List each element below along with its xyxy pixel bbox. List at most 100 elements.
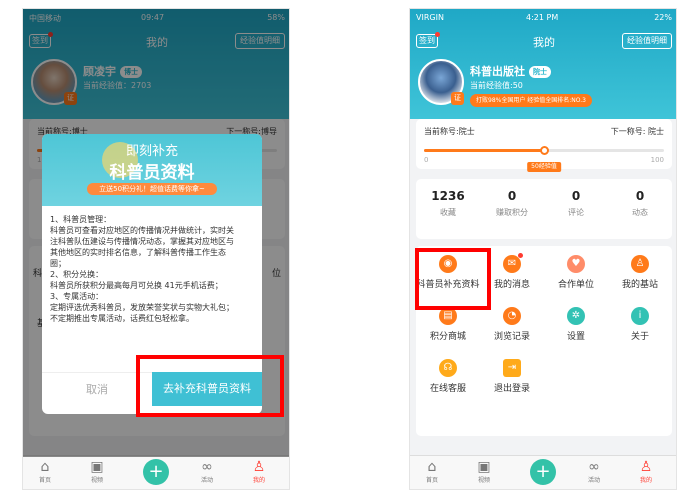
info-icon: i [631,307,649,325]
status-bar: VIRGIN 4:21 PM 22% [410,9,676,27]
tab-home[interactable]: ⌂ 首页 [25,459,65,484]
plus-button[interactable]: + [143,459,169,485]
tab-bar: ⌂ 首页 ▣ 视频 + ∞ 活动 ♙ 我的 [23,455,289,489]
dialog-line: 注科普队伍建设与传播情况动态，掌握其对应地区与 [50,237,234,246]
history-icon: ◔ [503,307,521,325]
tab-video[interactable]: ▣ 视频 [464,459,504,484]
stat-label: 动态 [632,208,648,217]
level-max: 100 [650,156,664,164]
tab-activity[interactable]: ∞ 活动 [187,459,227,484]
stat-label: 赚取积分 [496,208,528,217]
stat-value: 0 [507,189,517,203]
tab-activity[interactable]: ∞ 活动 [574,459,614,484]
stat-value: 0 [635,189,645,203]
menu-label: 在线客服 [429,384,466,394]
stat-comments[interactable]: 0 评论 [544,189,608,218]
stat-value: 0 [571,189,581,203]
highlight-box [415,248,491,310]
dialog-line: 3、专属活动： [50,292,104,301]
tab-activity-label: 活动 [200,477,213,484]
level-progress-fill [424,149,544,152]
level-progress [424,146,664,155]
dialog-line: 圈； [50,259,66,268]
headset-icon: ☊ [439,359,457,377]
stat-label: 收藏 [440,208,456,217]
dialog-subtitle: 科普员资料 [109,163,195,183]
dialog-line: 1、科普员管理： [50,215,112,224]
user-name-text: 科普出版社 [470,65,525,78]
menu-logout[interactable]: ⇥ 退出登录 [480,350,544,400]
profile-icon: ♙ [639,459,653,475]
stat-favorites[interactable]: 1236 收藏 [416,189,480,218]
tab-profile[interactable]: ♙ 我的 [239,459,279,484]
exp-detail-button[interactable]: 经验值明细 [622,33,672,49]
menu-about[interactable]: i 关于 [608,298,672,348]
activity-icon: ∞ [201,459,213,475]
menu-customer-service[interactable]: ☊ 在线客服 [416,350,480,400]
title-badge: 院士 [529,66,551,78]
level-min: 0 [424,156,429,164]
dialog-body: 1、科普员管理： 科普员可查看对应地区的传播情况并做统计，实时关 注科普队伍建设… [50,214,256,324]
exp-badge: 50经验值 [527,162,561,172]
video-icon: ▣ [90,459,104,475]
tab-home[interactable]: ⌂ 首页 [412,459,452,484]
menu-label: 积分商城 [429,332,466,342]
dialog-title: 即刻补充 [125,144,178,159]
menu-settings[interactable]: ✲ 设置 [544,298,608,348]
notification-dot [518,253,523,258]
level-card: 当前称号:院士 下一称号: 院士 0 100 50经验值 [416,119,672,172]
tab-video[interactable]: ▣ 视频 [77,459,117,484]
menu-label: 关于 [630,332,649,342]
user-profile: 证 科普出版社 院士 当前经验值:50 打败98%全国用户 经验值全国排名:NO.… [410,57,676,117]
clock-label: 4:21 PM [526,13,559,22]
left-screen: 中国移动 09:47 58% 签到 我的 经验值明细 证 顾凌宇 博士 当前经验值… [22,8,290,490]
tab-profile-label: 我的 [639,477,652,484]
dialog-banner: 立送50积分礼！超值话费等你拿~ [87,183,217,195]
user-name: 科普出版社 院士 [470,63,551,79]
message-icon: ✉ [503,253,523,273]
menu-label: 退出登录 [493,384,530,394]
home-icon: ⌂ [40,459,50,475]
dialog-line: 定期评选优秀科普员，发放荣誉奖状与实物大礼包； [50,303,234,312]
menu-label: 浏览记录 [493,332,530,342]
logout-icon: ⇥ [503,359,521,377]
menu-my-station[interactable]: ♙ 我的基站 [608,246,672,296]
stat-label: 评论 [568,208,584,217]
profile-icon: ♙ [252,459,266,475]
user-exp: 当前经验值:50 [470,81,523,90]
dialog-line: 其他地区的实时排名信息，了解科普传播工作生态 [50,248,226,257]
stat-points[interactable]: 0 赚取积分 [480,189,544,218]
tab-activity-label: 活动 [587,477,600,484]
home-icon: ⌂ [427,459,437,475]
carrier-label: VIRGIN [416,13,444,22]
rank-bar: 打败98%全国用户 经验值全国排名:NO.3 [470,94,592,107]
dialog-line: 2、积分兑换： [50,270,104,279]
stat-posts[interactable]: 0 动态 [608,189,672,218]
menu-label: 合作单位 [557,280,594,290]
verified-icon: 证 [451,92,464,105]
gear-icon: ✲ [567,307,585,325]
tab-video-label: 视频 [90,477,103,484]
plus-icon: + [535,461,551,482]
dialog-line: 科普员可查看对应地区的传播情况并做统计，实时关 [50,226,234,235]
nav-bar: 签到 我的 经验值明细 [410,31,676,53]
avatar[interactable]: 证 [418,59,464,105]
next-title: 下一称号: 院士 [610,127,664,136]
menu-label: 设置 [566,332,585,342]
level-progress-knob [540,146,549,155]
menu-partners[interactable]: ♥ 合作单位 [544,246,608,296]
dialog-line: 不定期推出专属活动，话费红包轻松拿。 [50,314,194,323]
tab-profile[interactable]: ♙ 我的 [626,459,666,484]
menu-label: 我的基站 [621,280,658,290]
activity-icon: ∞ [588,459,600,475]
tab-home-label: 首页 [38,477,51,484]
person-icon: ♙ [631,255,649,273]
video-icon: ▣ [477,459,491,475]
plus-button[interactable]: + [530,459,556,485]
highlight-box [136,355,284,417]
tab-bar: ⌂ 首页 ▣ 视频 + ∞ 活动 ♙ 我的 [410,455,676,489]
dialog-line: 科普员所获积分最高每月可兑换 41元手机话费； [50,281,223,290]
tab-profile-label: 我的 [252,477,265,484]
plus-icon: + [148,461,164,482]
dialog-header: 即刻补充 科普员资料 立送50积分礼！超值话费等你拿~ [42,134,262,206]
